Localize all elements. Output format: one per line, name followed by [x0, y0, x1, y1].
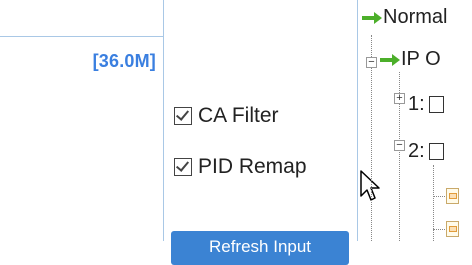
tree-label-1: 1:: [408, 93, 425, 115]
tree-expander-icon[interactable]: +: [394, 93, 405, 104]
bitrate-column: [36.0M]: [0, 0, 164, 241]
tree-label-ip: IP O: [401, 48, 441, 70]
tree-connector: [433, 196, 445, 197]
document-icon[interactable]: [446, 221, 459, 237]
pid-remap-checkbox-row[interactable]: PID Remap: [174, 155, 307, 179]
pid-remap-label: PID Remap: [198, 155, 307, 178]
tree-item-2[interactable]: 2:: [408, 140, 444, 163]
stream-tree: Normal − IP O + 1: − 2:: [358, 0, 472, 241]
options-column: CA Filter PID Remap Refresh Input: [164, 0, 358, 265]
tree-label-normal: Normal: [383, 6, 448, 28]
green-arrow-icon: [380, 53, 400, 66]
tree-label-2: 2:: [408, 140, 425, 162]
row-divider: [0, 36, 163, 37]
checkbox-checked-icon[interactable]: [174, 107, 192, 125]
ca-filter-checkbox-row[interactable]: CA Filter: [174, 104, 279, 128]
program-box-icon: [428, 96, 444, 113]
bitrate-value: [36.0M]: [92, 51, 156, 71]
tree-item-1[interactable]: 1:: [408, 93, 444, 116]
program-box-icon: [428, 143, 444, 160]
refresh-input-button[interactable]: Refresh Input: [171, 231, 349, 265]
tree-connector: [433, 229, 445, 230]
green-arrow-icon: [362, 11, 382, 24]
checkbox-checked-icon[interactable]: [174, 158, 192, 176]
tree-item-normal[interactable]: Normal: [362, 6, 447, 29]
document-icon[interactable]: [446, 188, 459, 204]
tree-expander-icon[interactable]: −: [394, 140, 405, 151]
tree-expander-icon[interactable]: −: [366, 57, 377, 68]
tree-item-ip[interactable]: IP O: [380, 48, 441, 71]
ca-filter-label: CA Filter: [198, 104, 279, 127]
